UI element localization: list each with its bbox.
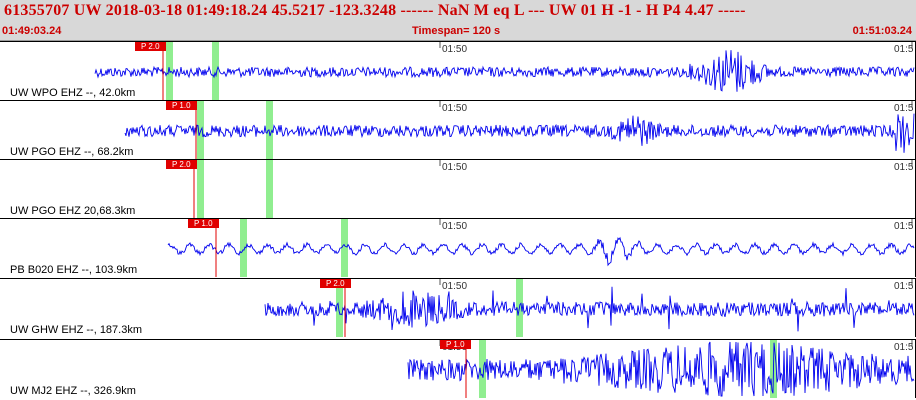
- trace-panel[interactable]: 01:50 01:5 P 2.0 UW WPO EHZ --, 42.0km: [0, 41, 916, 100]
- pick-label[interactable]: P 1.0: [166, 101, 197, 110]
- station-label: UW WPO EHZ --, 42.0km: [10, 87, 136, 99]
- trace-panel[interactable]: 01:50 01:5 P 2.0 UW PGO EHZ 20,68.3km: [0, 159, 916, 218]
- tick-label-right: 01:5: [894, 221, 914, 232]
- tick-label-right: 01:5: [894, 162, 914, 173]
- tick-label-0150: 01:50: [442, 221, 468, 232]
- start-time: 01:49:03.24: [2, 25, 62, 37]
- time-window-marker: [266, 160, 273, 218]
- time-window-marker: [197, 160, 204, 218]
- pick-label[interactable]: P 2.0: [135, 42, 166, 51]
- timespan-label: Timespan= 120 s: [412, 25, 501, 37]
- pick-label[interactable]: P 1.0: [440, 340, 471, 349]
- pick-label[interactable]: P 2.0: [166, 160, 197, 169]
- tick-label-0150: 01:50: [442, 44, 468, 55]
- station-label: UW MJ2 EHZ --, 326.9km: [10, 385, 136, 397]
- pick-label[interactable]: P 2.0: [320, 279, 351, 288]
- trace-panel[interactable]: 01:5001:5P 1.0UW MJ2 EHZ --, 326.9km: [0, 339, 916, 398]
- seismogram-trace: [167, 236, 915, 267]
- station-label: UW PGO EHZ --, 68.2km: [10, 146, 134, 158]
- end-time: 01:51:03.24: [852, 25, 912, 37]
- tick-label-right: 01:5: [894, 281, 914, 292]
- tick-label-right: 01:5: [894, 103, 914, 114]
- seismogram-trace: [124, 113, 915, 153]
- time-window-marker: [341, 219, 348, 277]
- trace-panel[interactable]: 01:50 01:5 P 2.0 UW GHW EHZ --, 187.3km: [0, 278, 916, 337]
- tick-label-0150: 01:50: [442, 103, 468, 114]
- tick-label-0150: 01:50: [442, 162, 468, 173]
- header-bar: 61355707 UW 2018-03-18 01:49:18.24 45.52…: [0, 0, 916, 41]
- time-window-marker: [212, 42, 219, 100]
- pick-label[interactable]: P 1.0: [188, 219, 219, 228]
- tick-label-right: 01:5: [894, 342, 914, 353]
- tick-label-0150: 01:50: [442, 281, 468, 292]
- trace-panel[interactable]: 01:50 01:5 P 1.0 PB B020 EHZ --, 103.9km: [0, 218, 916, 277]
- event-title: 61355707 UW 2018-03-18 01:49:18.24 45.52…: [4, 2, 746, 19]
- station-label: UW PGO EHZ 20,68.3km: [10, 205, 136, 217]
- seismogram-trace: [264, 286, 915, 332]
- trace-panel[interactable]: 01:50 01:5 P 1.0 UW PGO EHZ --, 68.2km: [0, 100, 916, 159]
- station-label: UW GHW EHZ --, 187.3km: [10, 324, 143, 336]
- tick-label-right: 01:5: [894, 44, 914, 55]
- station-label: PB B020 EHZ --, 103.9km: [10, 264, 138, 276]
